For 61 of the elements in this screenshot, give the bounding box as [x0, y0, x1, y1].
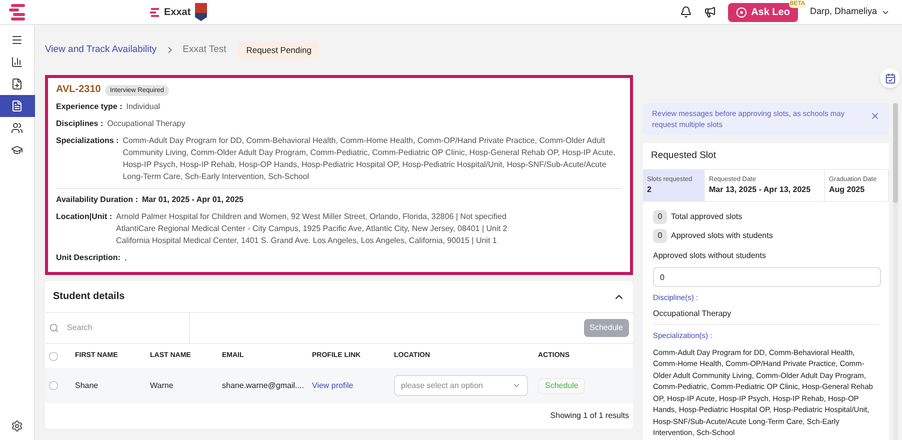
section-title: Student details — [53, 290, 125, 304]
location-line: AtlantiCare Regional Medical Center - City Campus, 1925 Pacific Ave, Atlantic City, New Jersey, 08401 | Unit 2 — [116, 223, 508, 235]
stat-value: Mar 13, 2025 - Apr 13, 2025 — [709, 184, 812, 196]
search-field[interactable]: Search — [67, 322, 167, 334]
field-label: Disciplines : — [56, 118, 104, 130]
scrollbar[interactable] — [893, 103, 898, 440]
menu-icon — [11, 34, 23, 46]
row-checkbox[interactable] — [49, 381, 58, 390]
people-icon — [11, 122, 23, 134]
document-icon — [11, 100, 23, 112]
table-cell-text: Warne — [150, 380, 174, 392]
slots-input[interactable]: 0 — [653, 267, 881, 287]
location-line: Arnold Palmer Hospital for Children and Women, 92 West Miller Street, Orlando, Florida, 32806 | Not specified — [116, 211, 508, 223]
select-all-checkbox[interactable] — [49, 352, 58, 360]
profile-link[interactable]: View profile — [312, 380, 394, 392]
breadcrumb-link[interactable]: View and Track Availability — [45, 42, 157, 58]
megaphone-icon[interactable] — [704, 6, 716, 18]
close-icon[interactable] — [870, 111, 880, 121]
sparkle-icon — [736, 6, 748, 18]
user-menu[interactable]: Darp, Dhameliya — [810, 5, 890, 19]
award-badge-icon — [194, 3, 207, 21]
location-line: California Hospital Medical Center, 1401 S. Grand Ave. Los Angeles, Los Angeles, California, 90015 | Unit 1 — [116, 235, 498, 247]
field-value: Comm-Adult Day Program for DD, Comm-Behavioral Health, Comm-Home Health, Comm-OP/Hand Private Practice, Comm-Older Adult Community Living, Comm-Older Adult Day Program, Comm-Pediatric, Comm-Pediatric OP Clinic, Hosp-General Rehab OP, Hosp-IP Acute, Hosp-IP Psych, Hosp-IP Rehab, Hosp-OP Hands, Hosp-Pediatric Hospital OP, Hosp-Pediatric Hospital/Unit, Hosp-SNF/Sub-Acute/Acute Long-Term Care, Sch-Early Intervention, Sch-School — [122, 135, 616, 183]
duration-value: Mar 01, 2025 - Apr 01, 2025 — [142, 194, 244, 206]
logo-icon — [8, 3, 26, 21]
bar-chart-icon — [11, 56, 23, 68]
count-label: Approved slots with students — [671, 230, 773, 242]
search-icon — [49, 323, 59, 333]
table-cell-text: Shane — [75, 380, 100, 392]
field-label: Availability Duration : — [56, 194, 138, 206]
field-label: Approved slots without students — [653, 250, 767, 262]
field-value: , — [124, 252, 127, 264]
count-badge: 0 — [653, 229, 667, 243]
sidebar-item[interactable] — [0, 95, 34, 117]
notification-icon[interactable] — [680, 6, 692, 18]
status-badge: Request Pending — [238, 40, 320, 60]
calendar-button[interactable] — [880, 68, 900, 88]
section-title: Requested Slot — [651, 148, 716, 163]
table-cell-text: shane.warne@gmail.... — [222, 380, 305, 392]
brand-name: Exxat — [164, 6, 191, 20]
chevron-down-icon — [512, 381, 521, 390]
location-select[interactable]: please select an option — [394, 375, 528, 396]
stat-value: Aug 2025 — [829, 184, 866, 196]
field-label: Location|Unit : — [56, 211, 112, 223]
field-value: Occupational Therapy — [107, 118, 186, 130]
brand-logo-icon — [150, 8, 160, 16]
count-label: Total approved slots — [671, 211, 742, 223]
stat-value: 2 — [647, 184, 652, 196]
settings-icon[interactable] — [11, 420, 23, 432]
availability-id: AVL-2310 — [56, 84, 101, 96]
count-badge: 0 — [653, 210, 667, 224]
field-label: Experience type : — [56, 101, 122, 113]
results-count: Showing 1 of 1 results — [550, 410, 629, 422]
breadcrumb-current: Exxat Test — [182, 42, 226, 57]
graduation-cap-icon — [11, 144, 23, 156]
field-label: Unit Description: — [56, 252, 120, 264]
field-value: Individual — [126, 101, 160, 113]
discipline-value: Occupational Therapy — [653, 308, 879, 326]
file-plus-icon — [11, 78, 23, 90]
calendar-icon — [884, 72, 896, 84]
field-label: Specializations : — [56, 135, 119, 147]
